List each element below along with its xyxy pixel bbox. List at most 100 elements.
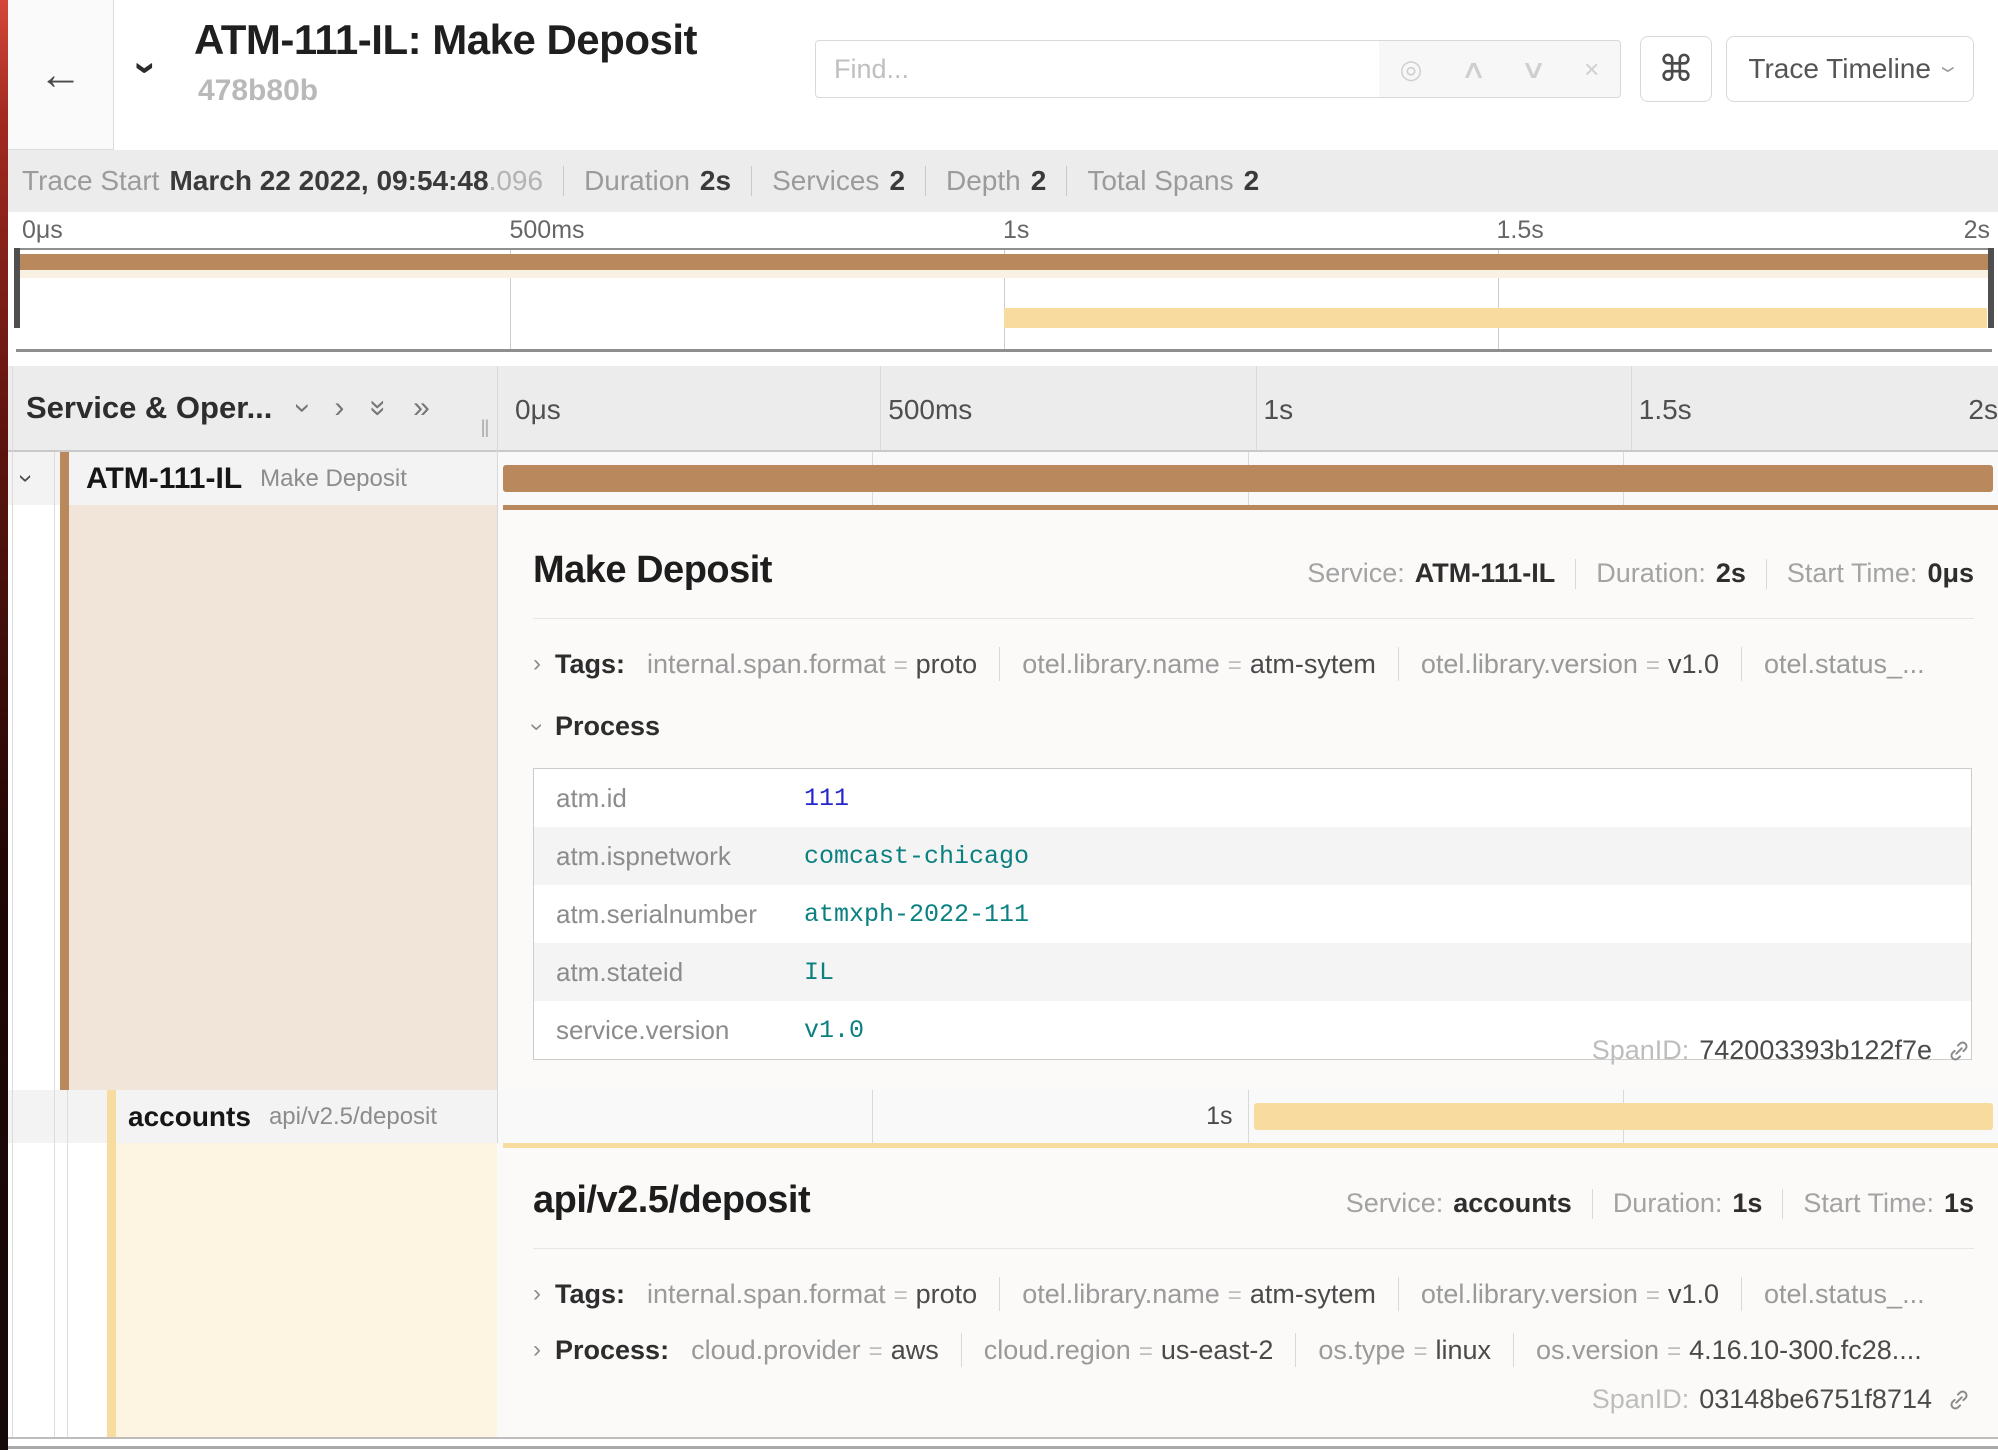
trace-start-value: March 22 2022, 09:54:48.096: [169, 165, 543, 197]
duration-label: Duration: [584, 165, 690, 197]
divider: [1066, 166, 1067, 196]
minimap-tick-labels: 0μs 500ms 1s 1.5s 2s: [16, 216, 1990, 246]
depth-label: Depth: [946, 165, 1021, 197]
span-color-bar: [107, 1090, 116, 1143]
trace-summary-bar: Trace Start March 22 2022, 09:54:48.096 …: [8, 150, 1998, 212]
gridline: [1256, 366, 1257, 450]
timeline-minimap[interactable]: 0μs 500ms 1s 1.5s 2s: [8, 212, 1998, 354]
close-icon[interactable]: ×: [1584, 56, 1599, 82]
detail-content: api/v2.5/deposit Service:accounts Durati…: [497, 1143, 1998, 1437]
services-value: 2: [889, 165, 905, 197]
minimap-right-scrub-handle[interactable]: [1988, 248, 1994, 328]
keyboard-shortcuts-button[interactable]: ⌘: [1640, 36, 1712, 102]
divider: [751, 166, 752, 196]
kv-row: atm.id111: [534, 769, 1971, 827]
span-guide-bar: [60, 505, 69, 1090]
trace-id: 478b80b: [198, 74, 318, 108]
total-spans-label: Total Spans: [1087, 165, 1233, 197]
collapse-trace-chevron-icon[interactable]: ›: [127, 61, 167, 74]
span-row-accounts[interactable]: accounts api/v2.5/deposit 1s: [8, 1090, 1998, 1143]
process-row[interactable]: › Process: cloud.provider=aws cloud.regi…: [533, 1333, 1974, 1367]
span-operation-name: Make Deposit: [260, 465, 407, 493]
process-kv-table: atm.id111 atm.ispnetworkcomcast-chicago …: [533, 768, 1972, 1060]
gridline: [1631, 366, 1632, 450]
chevron-up-icon[interactable]: ∧: [1460, 56, 1487, 82]
trace-header: ← › ATM-111-IL: Make Deposit 478b80b ◎ ∧…: [8, 0, 1998, 150]
window-edge-decoration: [0, 1446, 1998, 1449]
divider: [54, 1090, 55, 1143]
service-operation-header: Service & Oper... › › » »: [8, 366, 497, 450]
detail-accent-bar: [503, 505, 1998, 510]
span-operation-name: api/v2.5/deposit: [269, 1103, 437, 1131]
find-nav-group: ◎ ∧ ∨ ×: [1379, 40, 1621, 98]
chevron-down-icon: ›: [1931, 66, 1966, 73]
locate-icon[interactable]: ◎: [1400, 56, 1423, 82]
back-arrow-icon: ←: [39, 50, 83, 100]
tags-row[interactable]: › Tags: internal.span.format=proto otel.…: [533, 1277, 1974, 1311]
span-row-name-cell[interactable]: › ATM-111-IL Make Deposit: [8, 452, 497, 505]
trace-view-selector[interactable]: Trace Timeline ›: [1726, 36, 1974, 102]
divider: [533, 618, 1974, 619]
chevron-right-icon: ›: [533, 1280, 541, 1308]
span-detail-atm: Make Deposit Service:ATM-111-IL Duration…: [8, 505, 1998, 1090]
span-row-track[interactable]: 1s: [497, 1090, 1998, 1143]
detail-title: api/v2.5/deposit: [533, 1179, 810, 1222]
gridline: [880, 366, 881, 450]
detail-content: Make Deposit Service:ATM-111-IL Duration…: [497, 505, 1998, 1090]
back-button[interactable]: ←: [8, 0, 114, 150]
minimap-span-bar-1: [20, 254, 1988, 270]
detail-title: Make Deposit: [533, 549, 772, 592]
detail-tint: [116, 1143, 497, 1437]
span-bar[interactable]: [1254, 1103, 1994, 1130]
span-row-atm[interactable]: › ATM-111-IL Make Deposit: [8, 452, 1998, 505]
chevron-down-icon[interactable]: ∨: [1520, 56, 1547, 82]
collapse-all-icon[interactable]: »: [364, 400, 394, 417]
span-id-row: SpanID: 03148be6751f8714: [1592, 1384, 1972, 1415]
gridline: [872, 1090, 873, 1143]
command-icon: ⌘: [1658, 48, 1694, 90]
minimap-left-scrub-handle[interactable]: [14, 248, 20, 328]
chevron-right-icon: ›: [533, 650, 541, 678]
divider: [54, 505, 55, 1090]
find-input[interactable]: [815, 40, 1380, 98]
span-color-bar: [60, 452, 69, 505]
expand-all-icon[interactable]: »: [413, 393, 430, 423]
span-row-track[interactable]: [497, 452, 1998, 505]
detail-meta: Service:ATM-111-IL Duration:2s Start Tim…: [1307, 558, 1974, 589]
span-row-name-cell[interactable]: accounts api/v2.5/deposit: [8, 1090, 497, 1143]
span-bar[interactable]: [503, 465, 1993, 492]
column-divider[interactable]: [497, 366, 498, 1143]
collapse-one-icon[interactable]: ›: [288, 403, 318, 413]
detail-tint: [69, 505, 497, 1090]
detail-gutter: [8, 505, 497, 1090]
span-table-header: Service & Oper... › › » » ‖ 0μs 500ms 1s…: [8, 366, 1998, 452]
divider: [533, 1248, 1974, 1249]
span-service-name: accounts: [128, 1101, 251, 1133]
divider: [67, 1143, 68, 1437]
link-icon[interactable]: [1946, 1038, 1972, 1064]
column-resize-handle[interactable]: ‖: [480, 416, 492, 444]
trace-start-label: Trace Start: [22, 165, 159, 197]
divider: [563, 166, 564, 196]
window-edge-decoration: [0, 0, 8, 1450]
kv-row: atm.serialnumberatmxph-2022-111: [534, 885, 1971, 943]
divider: [67, 1090, 68, 1143]
total-spans-value: 2: [1244, 165, 1260, 197]
span-guide-bar: [107, 1143, 116, 1437]
depth-value: 2: [1031, 165, 1047, 197]
duration-value: 2s: [700, 165, 731, 197]
services-label: Services: [772, 165, 879, 197]
span-duration-label: 1s: [1206, 1102, 1232, 1131]
process-section-header[interactable]: › Process: [533, 711, 1974, 742]
trace-view-label: Trace Timeline: [1748, 53, 1931, 85]
link-icon[interactable]: [1946, 1387, 1972, 1413]
minimap-graph[interactable]: [16, 248, 1992, 352]
divider: [54, 452, 55, 505]
span-service-name: ATM-111-IL: [86, 462, 242, 496]
divider: [925, 166, 926, 196]
tags-row[interactable]: › Tags: internal.span.format=proto otel.…: [533, 647, 1974, 681]
expand-one-icon[interactable]: ›: [334, 393, 344, 423]
chevron-down-icon[interactable]: ›: [11, 474, 42, 483]
page-title: ATM-111-IL: Make Deposit: [194, 16, 697, 64]
minimap-span-bar-1-shadow: [20, 270, 1988, 278]
